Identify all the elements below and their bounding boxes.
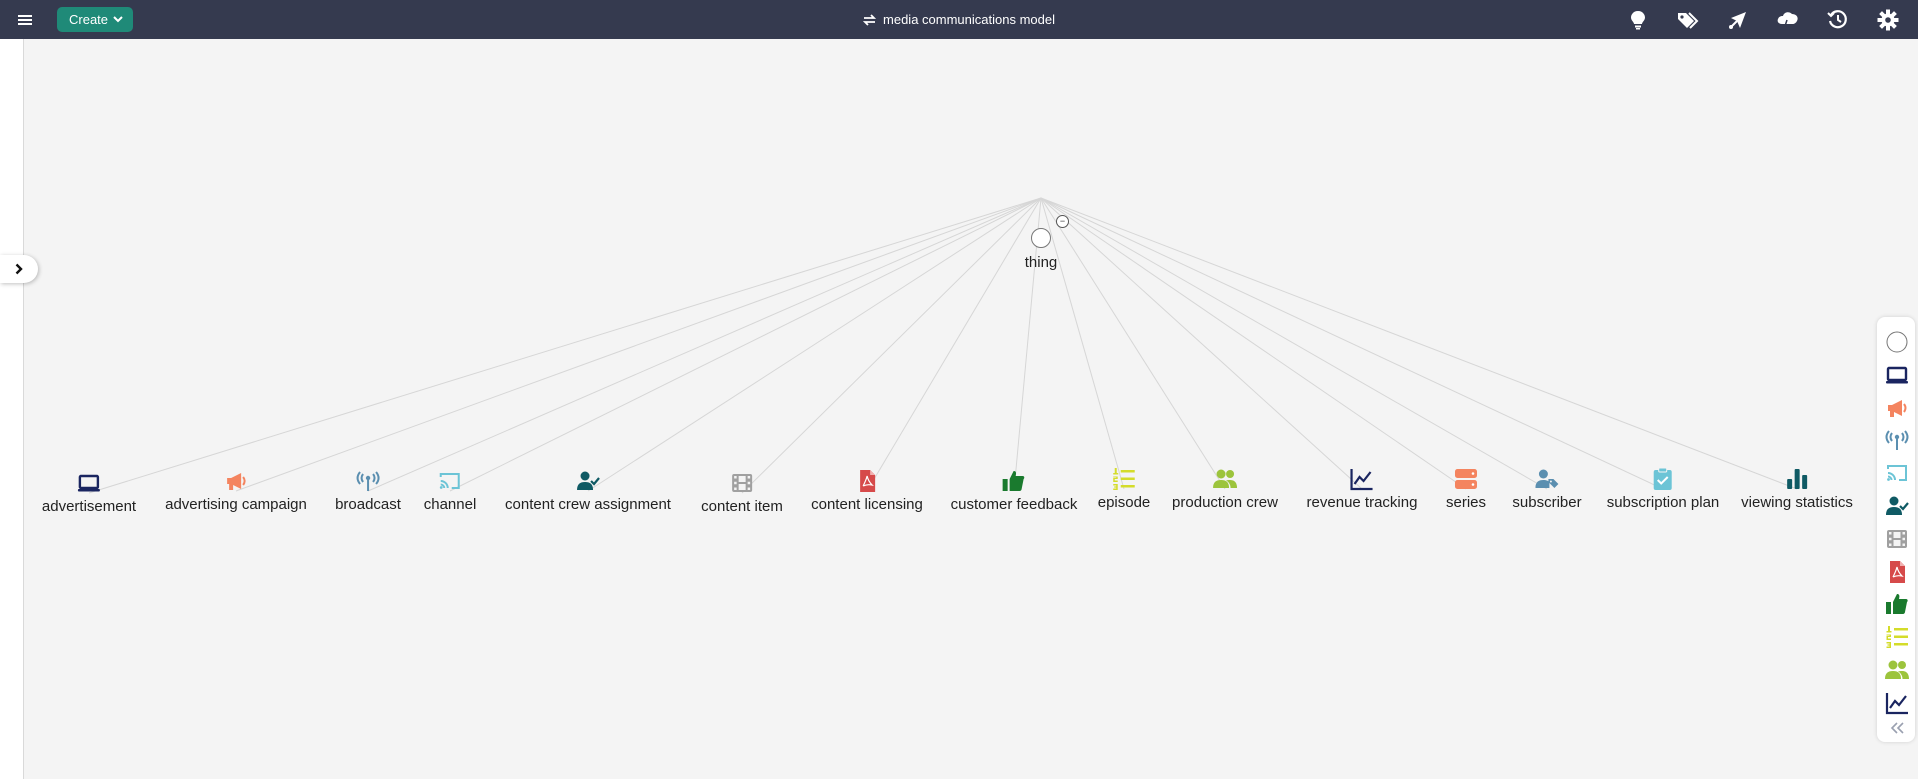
edge-thing-to-content-item [741, 197, 1042, 494]
legend-panel [1877, 317, 1915, 742]
graph-node-label: advertising campaign [165, 496, 307, 513]
graph-node-label: customer feedback [950, 496, 1078, 513]
legend-megaphone-icon[interactable] [1884, 395, 1910, 421]
graph-node-label: viewing statistics [1741, 494, 1853, 511]
double-chevron-left-icon[interactable] [1884, 715, 1910, 741]
clipboard-check-icon [1649, 465, 1677, 491]
edge-thing-to-revenue-tracking [1040, 197, 1363, 490]
legend-circle-icon[interactable] [1884, 329, 1910, 355]
user-check-icon [574, 467, 602, 493]
edge-thing-to-channel [449, 197, 1042, 492]
create-button[interactable]: Create [57, 7, 134, 32]
graph-node-label: subscription plan [1606, 494, 1720, 511]
top-bar: Create media communications model [0, 0, 1918, 39]
edge-thing-to-broadcast [367, 197, 1042, 492]
graph-node-content-item[interactable]: content item [701, 469, 783, 515]
legend-broadcast-tower-icon[interactable] [1884, 427, 1910, 453]
graph-node-label: advertisement [41, 498, 137, 515]
edge-thing-to-content-crew-assignment [587, 197, 1042, 492]
graph-node-episode[interactable]: episode [1097, 465, 1151, 511]
graph-node-label: production crew [1172, 494, 1278, 511]
user-tag-icon [1533, 465, 1561, 491]
graph-node-viewing-statistics[interactable]: viewing statistics [1741, 465, 1853, 511]
model-title-text: media communications model [883, 12, 1055, 27]
edge-thing-to-series [1040, 197, 1467, 490]
users-icon [1211, 465, 1239, 491]
edge-thing-to-subscriber [1040, 197, 1548, 490]
graph-node-production-crew[interactable]: production crew [1172, 465, 1278, 511]
gear-icon[interactable] [1876, 8, 1900, 32]
swap-icon [863, 13, 877, 26]
edge-thing-to-production-crew [1040, 197, 1226, 490]
graph-node-label: series [1445, 494, 1487, 511]
left-panel [0, 39, 24, 779]
graph-node-content-licensing[interactable]: content licensing [811, 467, 923, 513]
graph-node-advertising-campaign[interactable]: advertising campaign [165, 467, 307, 513]
graph-node-revenue-tracking[interactable]: revenue tracking [1306, 465, 1418, 511]
root-node-label: thing [1024, 254, 1058, 271]
graph-node-label: content licensing [811, 496, 923, 513]
legend-laptop-icon[interactable] [1884, 362, 1910, 388]
collapse-node-button[interactable]: − [1056, 215, 1069, 228]
cloud-sync-icon[interactable] [1776, 8, 1800, 32]
server-icon [1452, 465, 1480, 491]
film-icon [728, 469, 756, 495]
graph-node-label: revenue tracking [1306, 494, 1418, 511]
legend-thumbs-up-icon[interactable] [1884, 591, 1910, 617]
chevron-right-icon [15, 263, 23, 275]
create-button-label: Create [69, 12, 109, 27]
graph-node-advertisement[interactable]: advertisement [42, 469, 136, 515]
edge-thing-to-subscription-plan [1040, 197, 1664, 490]
edge-thing-to-advertisement [88, 197, 1042, 494]
history-icon[interactable] [1826, 8, 1850, 32]
edge-thing-to-episode [1040, 197, 1125, 490]
graph-node-series[interactable]: series [1446, 465, 1486, 511]
graph-node-label: content item [701, 498, 783, 515]
root-node[interactable] [1031, 228, 1051, 248]
edge-thing-to-viewing-statistics [1040, 197, 1798, 490]
broadcast-tower-icon [354, 467, 382, 493]
graph-edges [88, 197, 1798, 494]
legend-film-icon[interactable] [1884, 526, 1910, 552]
legend-pdf-file-icon[interactable] [1884, 559, 1910, 585]
graph-node-channel[interactable]: channel [423, 467, 477, 513]
graph-node-label: content crew assignment [505, 496, 671, 513]
hamburger-menu-icon[interactable] [14, 9, 36, 31]
graph-node-label: subscriber [1512, 494, 1582, 511]
graph-node-subscription-plan[interactable]: subscription plan [1606, 465, 1720, 511]
laptop-icon [75, 469, 103, 495]
megaphone-icon [222, 467, 250, 493]
graph-node-label: episode [1097, 494, 1151, 511]
toolbar [1626, 0, 1900, 39]
numbered-list-icon [1110, 465, 1138, 491]
bar-chart-icon [1783, 465, 1811, 491]
line-chart-icon [1348, 465, 1376, 491]
graph-node-subscriber[interactable]: subscriber [1512, 465, 1582, 511]
edge-thing-to-advertising-campaign [235, 197, 1042, 492]
graph-node-content-crew-assignment[interactable]: content crew assignment [505, 467, 671, 513]
legend-line-chart-icon[interactable] [1884, 690, 1910, 716]
legend-users-icon[interactable] [1884, 657, 1910, 683]
pdf-file-icon [853, 467, 881, 493]
thumbs-up-icon [1000, 467, 1028, 493]
graph-canvas[interactable]: − thing advertisement advertising campaig… [24, 39, 1918, 779]
lightbulb-icon[interactable] [1626, 8, 1650, 32]
legend-cast-icon[interactable] [1884, 460, 1910, 486]
graph-node-label: broadcast [335, 496, 401, 513]
cast-icon [436, 467, 464, 493]
tags-icon[interactable] [1676, 8, 1700, 32]
graph-node-customer-feedback[interactable]: customer feedback [950, 467, 1078, 513]
legend-numbered-list-icon[interactable] [1884, 624, 1910, 650]
graph-node-label: channel [423, 496, 477, 513]
legend-user-check-icon[interactable] [1884, 493, 1910, 519]
graph-node-broadcast[interactable]: broadcast [335, 467, 401, 513]
share-graph-icon[interactable] [1726, 8, 1750, 32]
chevron-down-icon [113, 16, 123, 23]
